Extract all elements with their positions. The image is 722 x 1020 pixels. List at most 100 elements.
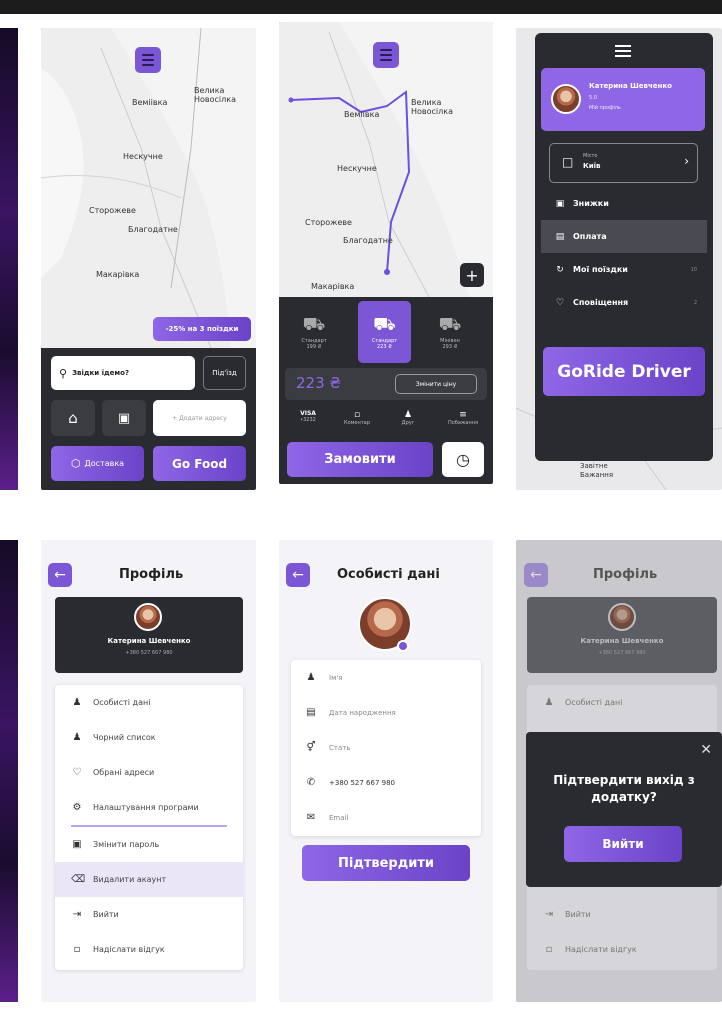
menu-item-trips[interactable]: ↻ Мої поїздки 10	[541, 253, 707, 286]
menu-icon[interactable]	[373, 42, 399, 68]
class-option-selected[interactable]: ⛟ Стандарт 223 ₴	[358, 301, 411, 363]
profile-item-feedback[interactable]: ▫ Надіслати відгук	[55, 932, 243, 967]
item-label: Надіслати відгук	[565, 945, 637, 954]
profile-item-personal[interactable]: ♟ Особисті дані	[527, 685, 717, 720]
city-value: Київ	[583, 162, 601, 170]
discount-badge[interactable]: -25% на 3 поїздки	[153, 317, 251, 341]
city-selector[interactable]: □ Місто Київ ›	[549, 143, 698, 183]
change-price-button[interactable]: Змінити ціну	[395, 374, 477, 394]
profile-item-blacklist[interactable]: ♟ Чорний список	[55, 720, 243, 755]
profile-item-addresses[interactable]: ♡ Обрані адреси	[55, 755, 243, 790]
chevron-right-icon: ›	[684, 154, 689, 168]
divider	[71, 825, 227, 827]
clock-icon[interactable]: ◷	[442, 442, 484, 477]
work-icon[interactable]: ▣	[102, 400, 146, 436]
item-label: Особисті дані	[565, 698, 623, 707]
gift-icon: ▣	[555, 198, 565, 209]
class-option-standard[interactable]: ⛟ Стандарт 199 ₴	[283, 304, 345, 360]
entrance-button[interactable]: Під'їзд	[203, 356, 246, 390]
profile-item-feedback[interactable]: ▫ Надіслати відгук	[527, 932, 637, 967]
map-town: Сторожеве	[89, 206, 136, 215]
field-value: +380 527 667 980	[329, 778, 395, 787]
confirm-button[interactable]: Підтвердити	[302, 845, 470, 881]
wishes-option[interactable]: ≡ Побажання	[443, 410, 483, 434]
exit-button[interactable]: Вийти	[564, 826, 682, 862]
menu-icon[interactable]	[615, 45, 631, 57]
page-title: Особисті дані	[337, 567, 440, 582]
back-arrow-icon[interactable]: ←	[48, 563, 72, 587]
menu-label: Оплата	[573, 232, 607, 241]
my-profile-link[interactable]: Мій профіль	[589, 105, 621, 111]
bell-icon: ♡	[555, 297, 565, 308]
plus-icon[interactable]: +	[460, 263, 484, 287]
birthdate-field[interactable]: ▤ Дата народження	[291, 695, 481, 730]
gender-field[interactable]: ⚥ Стать	[291, 730, 481, 765]
comment-label: Коментар	[344, 420, 370, 426]
card-icon: ▤	[555, 231, 565, 242]
delivery-button[interactable]: ⬡ Доставка	[51, 446, 144, 481]
mail-icon: ✉	[306, 812, 316, 823]
side-menu: Катерина Шевченко 5.0 Мій профіль □ Міст…	[535, 33, 713, 461]
card-number: •3232	[300, 417, 316, 423]
name-field[interactable]: ♟ Ім'я	[291, 660, 481, 695]
logout-icon: ⇥	[544, 909, 554, 920]
history-icon: ↻	[556, 264, 564, 275]
go-food-button[interactable]: Go Food	[153, 446, 246, 481]
profile-item-password[interactable]: ▣ Змінити пароль	[55, 827, 243, 862]
car-icon: ⛟	[373, 314, 396, 335]
order-button[interactable]: Замовити	[287, 442, 433, 477]
logout-icon: ⇥	[72, 909, 82, 920]
menu-icon[interactable]	[135, 47, 161, 73]
avatar	[551, 84, 581, 114]
menu-item-payment[interactable]: ▤ Оплата	[541, 220, 707, 253]
gear-icon: ⚙	[72, 802, 82, 813]
map-view[interactable]: Веміівка Велика Новосілка Нескучне Сторо…	[41, 28, 256, 348]
person-icon: ♟	[403, 410, 413, 420]
class-price: 223 ₴	[376, 344, 392, 350]
item-label: Видалити акаунт	[93, 875, 167, 884]
visa-label: VISA	[300, 410, 316, 417]
delivery-label: Доставка	[84, 459, 125, 468]
class-option-minivan[interactable]: ⛟ Мінівен 293 ₴	[419, 304, 481, 360]
menu-item-discounts[interactable]: ▣ Знижки	[541, 187, 707, 220]
menu-item-notifications[interactable]: ♡ Сповіщення 2	[541, 286, 707, 319]
friend-label: Друг	[401, 420, 415, 426]
user-name: Катерина Шевченко	[107, 637, 191, 645]
field-placeholder: Email	[329, 813, 349, 822]
back-arrow-icon[interactable]: ←	[524, 563, 548, 587]
user-card[interactable]: Катерина Шевченко 5.0 Мій профіль	[541, 68, 705, 131]
phone-field[interactable]: ✆ +380 527 667 980	[291, 765, 481, 800]
friend-option[interactable]: ♟ Друг	[391, 410, 425, 434]
edit-photo-icon[interactable]	[397, 640, 409, 652]
menu-label: Сповіщення	[573, 298, 629, 307]
map-town: Макарівка	[96, 270, 140, 279]
map-town: Завітне Бажання	[580, 462, 614, 479]
profile-item-logout[interactable]: ⇥ Вийти	[527, 897, 591, 932]
comment-option[interactable]: ▫ Коментар	[337, 410, 377, 434]
city-label: Місто	[583, 153, 598, 159]
class-price: 199 ₴	[306, 344, 322, 350]
user-phone: +380 527 667 980	[125, 650, 173, 656]
car-icon: ⛟	[302, 314, 326, 335]
map-roads	[41, 28, 256, 348]
profile-item-settings[interactable]: ⚙ Налаштування програми	[55, 790, 243, 825]
payment-option[interactable]: VISA •3232	[291, 410, 325, 434]
goride-driver-button[interactable]: GoRide Driver	[543, 347, 705, 396]
home-icon[interactable]: ⌂	[51, 400, 95, 436]
profile-item-delete[interactable]: ⌫ Видалити акаунт	[55, 862, 243, 897]
heart-icon: ♡	[72, 767, 82, 778]
back-arrow-icon[interactable]: ←	[286, 563, 310, 587]
search-input[interactable]: ⚲ Звідки їдемо?	[51, 356, 195, 390]
add-address-button[interactable]: + Додати адресу	[153, 400, 246, 436]
class-price: 293 ₴	[442, 344, 458, 350]
profile-item-logout[interactable]: ⇥ Вийти	[55, 897, 243, 932]
map-town: Макарівка	[311, 282, 355, 291]
chat-icon: ▫	[73, 944, 81, 955]
map-view[interactable]: Веміівка Велика Новосілка Нескучне Сторо…	[279, 22, 493, 297]
close-icon[interactable]: ✕	[700, 742, 712, 758]
user-rating: 5.0	[589, 95, 597, 101]
profile-item-personal[interactable]: ♟ Особисті дані	[55, 685, 243, 720]
email-field[interactable]: ✉ Email	[291, 800, 481, 835]
exit-dialog: ✕ Підтвердити вихід з додатку? Вийти	[526, 732, 722, 887]
menu-list: ▣ Знижки ▤ Оплата ↻ Мої поїздки 10 ♡ Сповіщен…	[541, 187, 707, 319]
